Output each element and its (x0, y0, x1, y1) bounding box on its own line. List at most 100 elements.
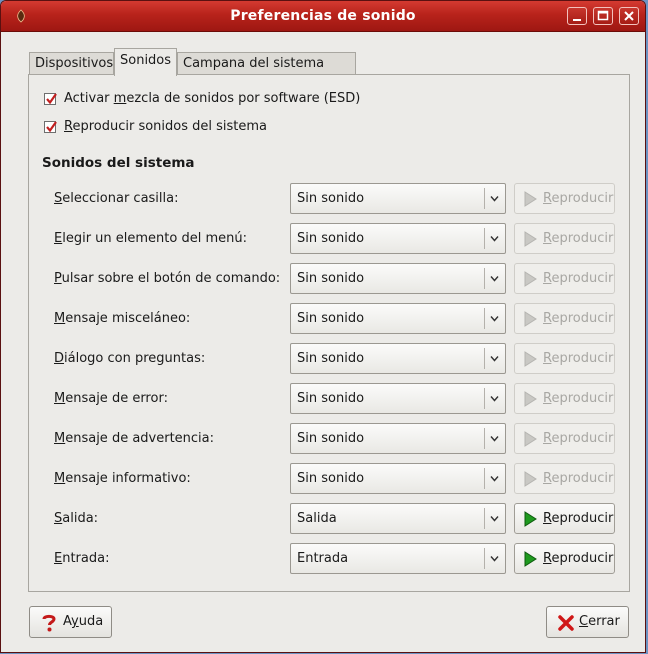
combo-separator (484, 228, 485, 249)
play-button-label: Reproducir (543, 551, 614, 566)
play-icon (524, 471, 537, 487)
sound-select[interactable]: Sin sonido (290, 303, 506, 334)
play-button[interactable]: Reproducir (514, 223, 615, 254)
chevron-down-icon (490, 316, 499, 322)
sound-select[interactable]: Sin sonido (290, 223, 506, 254)
play-icon (524, 311, 537, 327)
play-icon (524, 391, 537, 407)
sound-select-value: Sin sonido (297, 391, 365, 406)
combo-separator (484, 428, 485, 449)
checkmark-icon (46, 121, 57, 133)
tab-dispositivos[interactable]: Dispositivos (29, 52, 114, 76)
sound-row: Mensaje misceláneo: Sin sonido Reproducir (29, 303, 629, 335)
checkbox-box[interactable] (44, 121, 57, 133)
sound-select[interactable]: Sin sonido (290, 343, 506, 374)
play-button[interactable]: Reproducir (514, 463, 615, 494)
tab-campana-del-sistema[interactable]: Campana del sistema (177, 52, 356, 76)
play-button-label: Reproducir (543, 351, 614, 366)
chevron-down-icon (490, 476, 499, 482)
play-button[interactable]: Reproducir (514, 383, 615, 414)
play-button-label: Reproducir (543, 391, 614, 406)
play-icon (524, 231, 537, 247)
sounds-panel: Activar mezcla de sonidos por software (… (28, 74, 630, 592)
play-button[interactable]: Reproducir (514, 263, 615, 294)
close-window-button[interactable] (619, 7, 639, 25)
sound-label: Elegir un elemento del menú: (54, 231, 247, 246)
combo-separator (484, 548, 485, 569)
section-title: Sonidos del sistema (42, 155, 195, 171)
sound-label: Diálogo con preguntas: (54, 351, 206, 366)
maximize-button[interactable] (593, 7, 613, 25)
play-button[interactable]: Reproducir (514, 343, 615, 374)
play-icon (524, 431, 537, 447)
minimize-icon (573, 19, 581, 21)
sound-select-value: Sin sonido (297, 231, 365, 246)
play-button[interactable]: Reproducir (514, 303, 615, 334)
play-icon (524, 271, 537, 287)
help-icon (42, 614, 56, 632)
chevron-down-icon (490, 236, 499, 242)
window-title: Preferencias de sonido (230, 8, 416, 24)
play-button[interactable]: Reproducir (514, 543, 615, 574)
sound-select-value: Sin sonido (297, 191, 365, 206)
sound-row: Pulsar sobre el botón de comando: Sin son… (29, 263, 629, 295)
chevron-down-icon (490, 196, 499, 202)
combo-separator (484, 308, 485, 329)
chevron-down-icon (490, 556, 499, 562)
sound-select[interactable]: Sin sonido (290, 463, 506, 494)
close-x-icon (558, 615, 574, 631)
play-button[interactable]: Reproducir (514, 503, 615, 534)
tab-sonidos[interactable]: Sonidos (114, 48, 177, 76)
sound-select-value: Entrada (297, 551, 349, 566)
software-mixing-label: Activar mezcla de sonidos por software (… (64, 91, 361, 106)
sound-row: Mensaje informativo: Sin sonido Reproducir (29, 463, 629, 495)
sound-label: Mensaje de error: (54, 391, 168, 406)
play-button[interactable]: Reproducir (514, 423, 615, 454)
chevron-down-icon (490, 396, 499, 402)
close-icon (624, 11, 634, 21)
sound-label: Mensaje misceláneo: (54, 311, 191, 326)
play-icon (524, 351, 537, 367)
sound-select[interactable]: Salida (290, 503, 506, 534)
sound-select[interactable]: Sin sonido (290, 383, 506, 414)
sound-select[interactable]: Sin sonido (290, 263, 506, 294)
play-button-label: Reproducir (543, 431, 614, 446)
combo-separator (484, 268, 485, 289)
checkbox-box[interactable] (44, 93, 57, 105)
sound-row: Diálogo con preguntas: Sin sonido Reproduc… (29, 343, 629, 375)
checkmark-icon (46, 93, 57, 105)
play-icon (524, 191, 537, 207)
system-sounds-label: Reproducir sonidos del sistema (64, 119, 268, 134)
combo-separator (484, 388, 485, 409)
close-button-label: Cerrar (579, 614, 620, 629)
sound-select[interactable]: Sin sonido (290, 183, 506, 214)
maximize-icon (597, 10, 609, 21)
sound-label: Pulsar sobre el botón de comando: (54, 271, 281, 286)
chevron-down-icon (490, 436, 499, 442)
sound-select[interactable]: Sin sonido (290, 423, 506, 454)
close-button[interactable]: Cerrar (546, 606, 629, 638)
play-icon (524, 551, 537, 567)
chevron-down-icon (490, 356, 499, 362)
minimize-button[interactable] (567, 7, 587, 25)
sound-row: Elegir un elemento del menú: Sin sonido Re… (29, 223, 629, 255)
sound-select-value: Sin sonido (297, 471, 365, 486)
sound-label: Mensaje informativo: (54, 471, 191, 486)
sound-select-value: Salida (297, 511, 337, 526)
help-button[interactable]: Ayuda (29, 606, 112, 638)
combo-separator (484, 468, 485, 489)
chevron-down-icon (490, 516, 499, 522)
sound-row: Salida: Salida Reproducir (29, 503, 629, 535)
sound-preferences-window: Preferencias de sonido Dispositivos Soni… (0, 0, 646, 653)
sound-label: Salida: (54, 511, 99, 526)
play-button-label: Reproducir (543, 311, 614, 326)
chevron-down-icon (490, 276, 499, 282)
sound-row: Seleccionar casilla: Sin sonido Reproducir (29, 183, 629, 215)
combo-separator (484, 348, 485, 369)
sound-label: Mensaje de advertencia: (54, 431, 215, 446)
play-button[interactable]: Reproducir (514, 183, 615, 214)
titlebar[interactable]: Preferencias de sonido (1, 1, 645, 32)
sound-select[interactable]: Entrada (290, 543, 506, 574)
sound-select-value: Sin sonido (297, 311, 365, 326)
sound-row: Mensaje de error: Sin sonido Reproducir (29, 383, 629, 415)
